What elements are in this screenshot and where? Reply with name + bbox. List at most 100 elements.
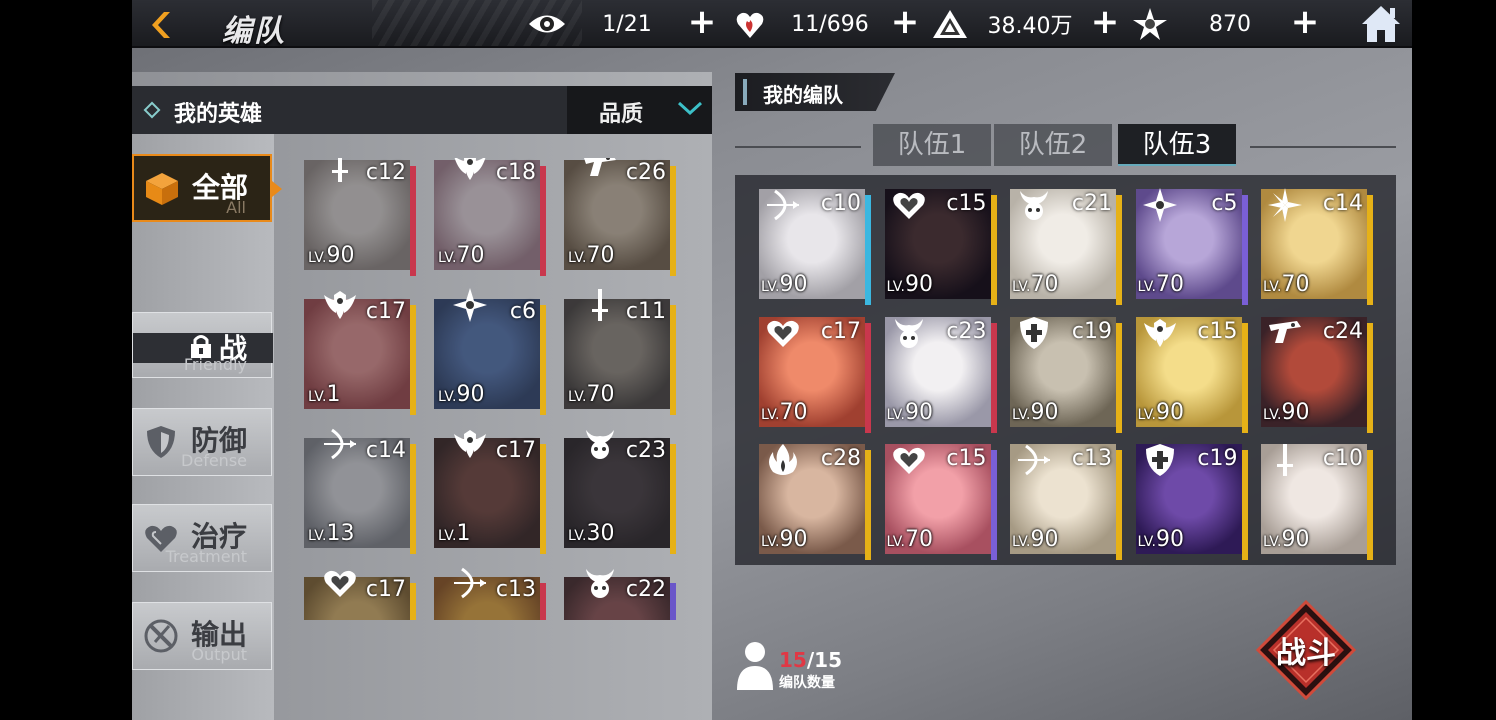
hero-card[interactable]: c17 LV.1 [434, 430, 546, 554]
shield-wing-class-icon [452, 158, 488, 184]
category-friendly[interactable]: 战 Friendly [132, 312, 273, 378]
hero-cost: c11 [625, 299, 666, 324]
hero-card[interactable]: c13 [434, 567, 546, 620]
hero-level: LV.70 [761, 400, 807, 425]
level-prefix: LV. [1263, 406, 1282, 423]
shuriken-class-icon [452, 287, 488, 323]
demon-class-icon [1016, 187, 1052, 223]
category-output[interactable]: 输出 Output [132, 602, 272, 670]
team-hero-card[interactable]: c19 LV.90 [1135, 444, 1248, 560]
hero-card[interactable]: c11 LV.70 [564, 289, 676, 415]
hero-level: LV.70 [1012, 272, 1058, 297]
level-value: 90 [1030, 527, 1059, 552]
team-hero-card[interactable]: c5 LV.70 [1135, 187, 1248, 305]
rarity-ribbon [1241, 322, 1248, 433]
my-team-header: 我的编队 [735, 73, 895, 111]
tab-team-1[interactable]: 队伍1 [873, 124, 991, 166]
rarity-ribbon [1367, 450, 1373, 560]
add-resource-button[interactable]: + [1290, 5, 1320, 39]
bow-class-icon [322, 426, 358, 462]
shield-wing-class-icon [1142, 315, 1178, 351]
hero-level: LV.90 [1138, 400, 1184, 425]
hero-cost: c15 [946, 446, 987, 471]
hero-card[interactable]: c26 LV.70 [564, 158, 676, 276]
rarity-ribbon [1116, 195, 1122, 305]
shuriken-class-icon [1142, 187, 1178, 223]
level-prefix: LV. [886, 534, 905, 550]
tab-team-3[interactable]: 队伍3 [1118, 124, 1236, 166]
hero-card[interactable]: c6 LV.90 [434, 288, 546, 415]
category-all[interactable]: 全部 All [132, 154, 282, 222]
category-sublabel: Friendly [183, 355, 247, 374]
hero-card[interactable]: c12 LV.90 [304, 158, 416, 276]
divider [1250, 146, 1396, 148]
team-hero-card[interactable]: c15 LV.90 [1135, 315, 1248, 433]
team-hero-card[interactable]: c15 LV.70 [884, 444, 997, 560]
team-hero-card[interactable]: c10 LV.90 [1261, 444, 1373, 560]
hero-level: LV.90 [308, 243, 354, 268]
level-prefix: LV. [1263, 279, 1282, 295]
team-hero-card[interactable]: c10 LV.90 [759, 189, 871, 305]
team-hero-card[interactable]: c23 LV.90 [884, 316, 997, 433]
level-value: 90 [1155, 527, 1184, 552]
hero-card[interactable]: c14 LV.13 [304, 428, 416, 554]
category-treatment[interactable]: 治疗 Treatment [132, 504, 272, 572]
hero-cost: c19 [1197, 446, 1238, 471]
level-prefix: LV. [886, 279, 905, 295]
hero-card[interactable]: c22 [564, 569, 676, 620]
gun-class-icon [582, 158, 618, 184]
team-hero-card[interactable]: c15 LV.90 [884, 189, 997, 305]
hero-level: LV.90 [1263, 400, 1309, 425]
level-value: 90 [904, 399, 933, 425]
bow-class-icon [452, 565, 488, 601]
add-resource-button[interactable]: + [1090, 5, 1120, 39]
team-count-label: 编队数量 [779, 675, 835, 691]
category-defense[interactable]: 防御 Defense [132, 408, 272, 476]
hero-cost: c23 [625, 438, 666, 463]
level-prefix: LV. [308, 528, 327, 544]
hero-level: LV.30 [568, 521, 614, 546]
back-arrow-icon[interactable] [146, 8, 180, 42]
hero-level: LV.90 [887, 272, 933, 297]
rarity-ribbon [670, 444, 676, 554]
hero-card[interactable]: c17 [304, 570, 416, 620]
add-resource-button[interactable]: + [890, 5, 920, 39]
team-hero-card[interactable]: c13 LV.90 [1010, 444, 1122, 560]
hero-card[interactable]: c17 LV.1 [304, 291, 416, 415]
battle-button[interactable] [1256, 600, 1356, 700]
hero-cost: c13 [495, 577, 536, 602]
add-resource-button[interactable]: + [687, 5, 717, 39]
home-icon[interactable] [1360, 4, 1402, 44]
hero-level: LV.90 [1263, 527, 1309, 552]
rarity-ribbon [540, 583, 546, 620]
hero-list: c12 LV.90 c18 LV.70 c26 LV.70 c17 LV.1 c6 LV.90 c1… [304, 158, 684, 620]
resource-gold: 38.40万 + [930, 5, 1120, 40]
tab-team-2[interactable]: 队伍2 [994, 124, 1112, 166]
level-value: 90 [779, 272, 808, 297]
shield-wing-class-icon [322, 287, 358, 323]
hero-cost: c23 [946, 318, 987, 344]
heart-class-icon [322, 565, 358, 601]
team-count-value: 15/15 [779, 648, 842, 672]
hero-card[interactable]: c23 LV.30 [564, 430, 676, 554]
team-hero-card[interactable]: c28 LV.90 [759, 444, 871, 560]
hero-cost: c17 [495, 438, 536, 463]
team-hero-card[interactable]: c21 LV.70 [1010, 189, 1122, 305]
level-prefix: LV. [761, 279, 780, 295]
eye-icon [527, 8, 567, 40]
quality-filter-dropdown[interactable]: 品质 [567, 86, 712, 134]
team-hero-card[interactable]: c14 LV.70 [1261, 188, 1373, 305]
rarity-ribbon [540, 305, 546, 415]
rarity-ribbon [865, 195, 871, 305]
triangle-crest-icon [930, 8, 970, 40]
team-hero-card[interactable]: c17 LV.70 [759, 316, 871, 433]
team-hero-card[interactable]: c19 LV.90 [1010, 316, 1122, 433]
hero-level: LV.90 [1012, 400, 1058, 425]
quality-filter-label: 品质 [599, 102, 644, 127]
flame-class-icon [765, 442, 801, 478]
hero-card[interactable]: c18 LV.70 [434, 158, 546, 276]
team-hero-card[interactable]: c24 LV.90 [1261, 316, 1373, 433]
my-heroes-header: 我的英雄 品质 [132, 86, 712, 134]
hero-level: LV.90 [761, 272, 807, 297]
divider [735, 146, 861, 148]
